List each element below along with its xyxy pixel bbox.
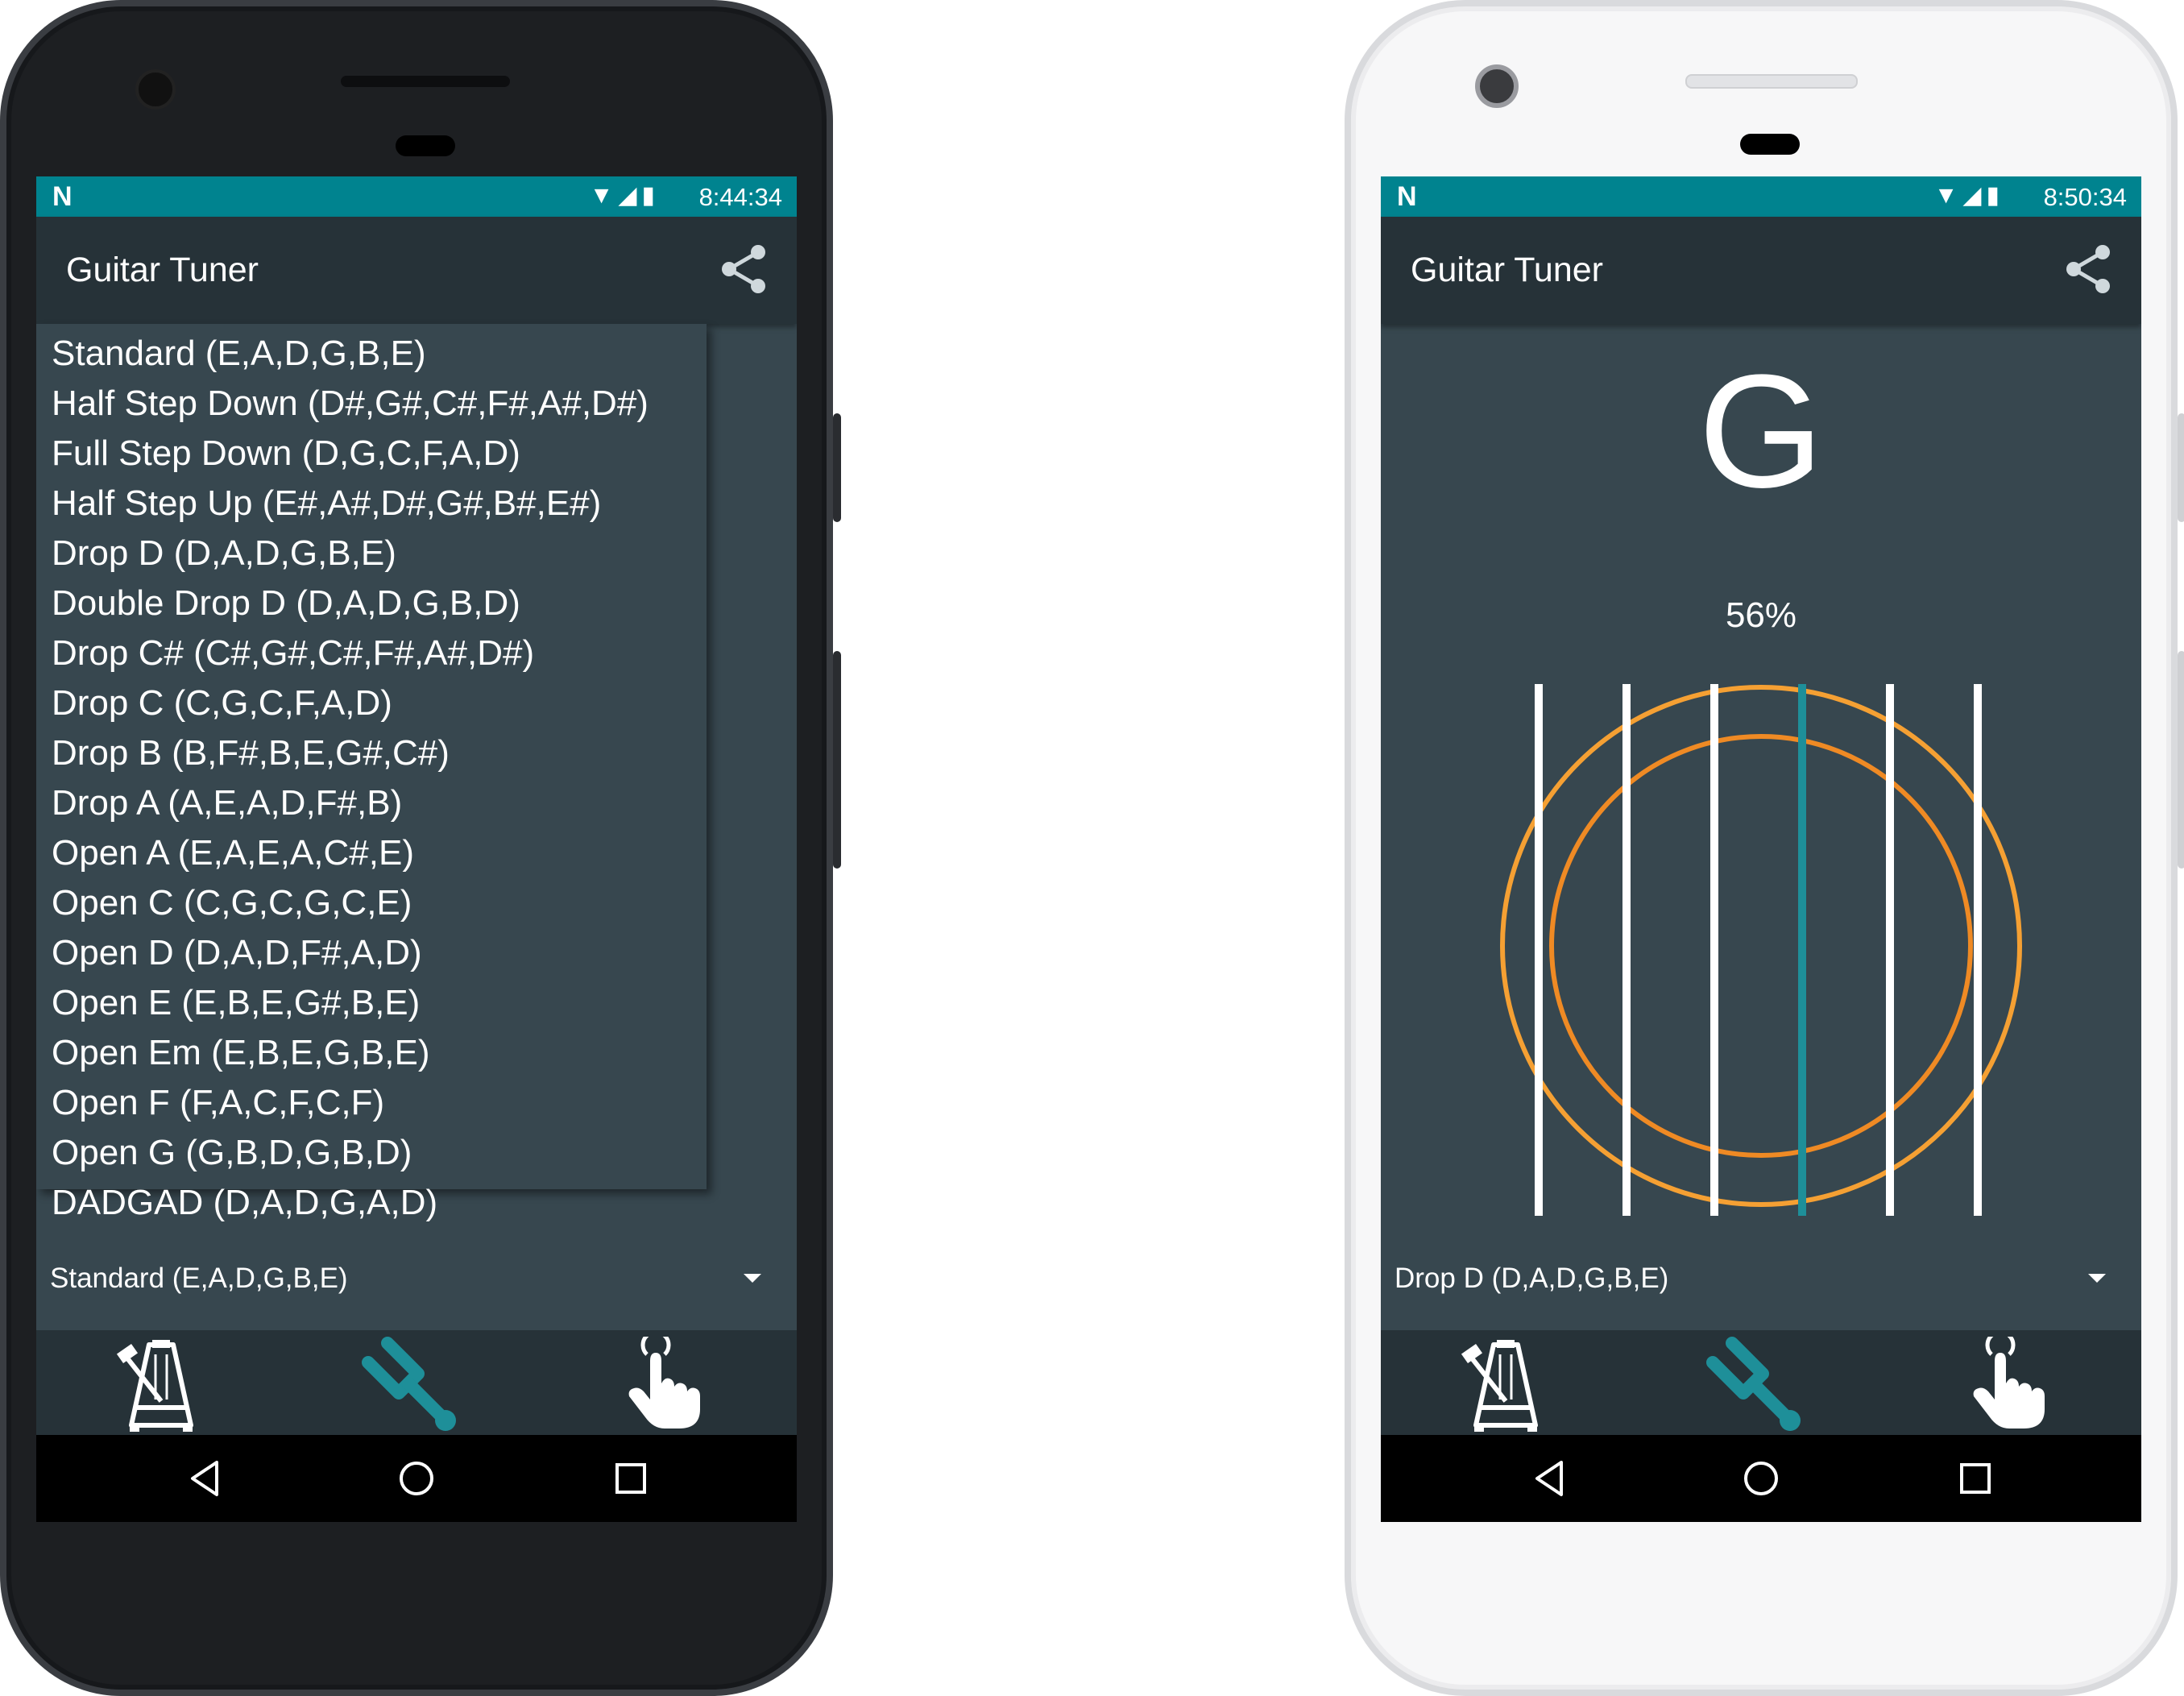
wifi-icon: ▼: [589, 182, 619, 209]
tuner-visual: [1500, 684, 2022, 1216]
tuning-fork-icon: [1706, 1337, 1801, 1431]
dropdown-caret-icon: [744, 1274, 761, 1283]
back-icon[interactable]: [1529, 1458, 1571, 1499]
tap-hand-icon: [628, 1337, 700, 1429]
share-icon[interactable]: [716, 241, 773, 297]
front-camera: [135, 69, 176, 110]
app-title: Guitar Tuner: [66, 251, 259, 289]
phone-right-screen: N ▼◢▮ 8:50:34 Guitar Tuner G 56% Drop D …: [1381, 176, 2141, 1522]
tuning-option[interactable]: Drop A (A,E,A,D,F#,B): [52, 783, 402, 823]
tab-metronome[interactable]: [36, 1330, 289, 1435]
inner-ring: [1549, 734, 1973, 1158]
bottom-tab-bar: [36, 1330, 797, 1435]
dropdown-caret-icon: [2088, 1274, 2106, 1283]
side-button-upper: [833, 413, 841, 522]
proximity-sensor: [396, 135, 455, 156]
proximity-sensor: [1740, 134, 1800, 155]
app-bar: Guitar Tuner: [36, 217, 797, 324]
side-button-lower: [833, 651, 841, 869]
side-button-lower: [2178, 651, 2184, 869]
bottom-tab-bar: [1381, 1330, 2141, 1435]
share-icon[interactable]: [2061, 241, 2117, 297]
tuning-option[interactable]: Open F (F,A,C,F,C,F): [52, 1083, 384, 1123]
tuning-option[interactable]: Drop B (B,F#,B,E,G#,C#): [52, 733, 450, 773]
tuning-selector[interactable]: Drop D (D,A,D,G,B,E): [1381, 1240, 2141, 1321]
metronome-icon: [1461, 1340, 1538, 1432]
tuning-dropdown-list: Standard (E,A,D,G,B,E) Half Step Down (D…: [36, 324, 707, 1222]
battery-icon: ▮: [641, 182, 660, 209]
tuning-option[interactable]: Open C (C,G,C,G,C,E): [52, 883, 412, 923]
status-time: 8:44:34: [698, 183, 782, 211]
tuning-option[interactable]: Open E (E,B,E,G#,B,E): [52, 983, 420, 1023]
selected-tuning-label: Drop D (D,A,D,G,B,E): [1395, 1263, 1669, 1294]
status-bar: N ▼◢▮ 8:50:34: [1381, 176, 2141, 217]
status-bar: N ▼◢▮ 8:44:34: [36, 176, 797, 217]
signal-icon: ◢: [618, 182, 642, 209]
earpiece-speaker: [1685, 74, 1858, 89]
tab-tuner[interactable]: [1634, 1330, 1887, 1435]
tab-tap[interactable]: [1887, 1330, 2140, 1435]
tuning-option[interactable]: Drop D (D,A,D,G,B,E): [52, 533, 396, 574]
tuning-fork-icon: [362, 1337, 456, 1431]
app-bar: Guitar Tuner: [1381, 217, 2141, 324]
tuning-option[interactable]: Standard (E,A,D,G,B,E): [52, 334, 426, 374]
status-time: 8:50:34: [2043, 183, 2127, 211]
back-icon[interactable]: [184, 1458, 226, 1499]
tuning-option[interactable]: Open Em (E,B,E,G,B,E): [52, 1033, 429, 1073]
tab-tuner[interactable]: [289, 1330, 542, 1435]
metronome-icon: [117, 1340, 193, 1432]
signal-icon: ◢: [1962, 182, 1987, 209]
tuning-option[interactable]: Double Drop D (D,A,D,G,B,D): [52, 583, 520, 624]
tap-hand-icon: [1973, 1337, 2045, 1429]
tuning-accuracy: 56%: [1725, 595, 1797, 635]
battery-icon: ▮: [1986, 182, 2004, 209]
tuning-option[interactable]: Open A (E,A,E,A,C#,E): [52, 833, 414, 873]
phone-left-screen: N ▼◢▮ 8:44:34 Guitar Tuner Standard (E,A…: [36, 176, 797, 1522]
tuning-option[interactable]: Open D (D,A,D,F#,A,D): [52, 933, 422, 973]
system-nav-bar: [36, 1435, 797, 1522]
tuning-option[interactable]: Half Step Up (E#,A#,D#,G#,B#,E#): [52, 483, 601, 524]
recents-icon[interactable]: [1954, 1458, 1996, 1499]
detected-note: G: [1698, 342, 1824, 521]
recents-icon[interactable]: [610, 1458, 652, 1499]
wifi-icon: ▼: [1933, 182, 1963, 209]
earpiece-speaker: [341, 76, 510, 87]
app-title: Guitar Tuner: [1411, 251, 1603, 289]
n-icon: N: [1397, 181, 1417, 212]
tuning-selector[interactable]: Standard (E,A,D,G,B,E): [36, 1240, 797, 1321]
status-icons: ▼◢▮: [590, 181, 660, 209]
home-icon[interactable]: [396, 1458, 437, 1499]
tuning-option[interactable]: DADGAD (D,A,D,G,A,D): [52, 1183, 437, 1223]
n-icon: N: [52, 181, 73, 212]
tuning-option[interactable]: Full Step Down (D,G,C,F,A,D): [52, 433, 520, 474]
status-icons: ▼◢▮: [1934, 181, 2004, 209]
tuning-option[interactable]: Drop C (C,G,C,F,A,D): [52, 683, 392, 724]
system-nav-bar: [1381, 1435, 2141, 1522]
tab-metronome[interactable]: [1381, 1330, 1634, 1435]
front-camera: [1475, 64, 1519, 108]
tuning-option[interactable]: Half Step Down (D#,G#,C#,F#,A#,D#): [52, 384, 649, 424]
side-button-upper: [2178, 413, 2184, 522]
tuning-option[interactable]: Drop C# (C#,G#,C#,F#,A#,D#): [52, 633, 534, 674]
tab-tap[interactable]: [542, 1330, 795, 1435]
selected-tuning-label: Standard (E,A,D,G,B,E): [50, 1263, 348, 1294]
home-icon[interactable]: [1740, 1458, 1782, 1499]
outer-ring: [1500, 685, 2022, 1207]
tuning-option[interactable]: Open G (G,B,D,G,B,D): [52, 1133, 412, 1173]
